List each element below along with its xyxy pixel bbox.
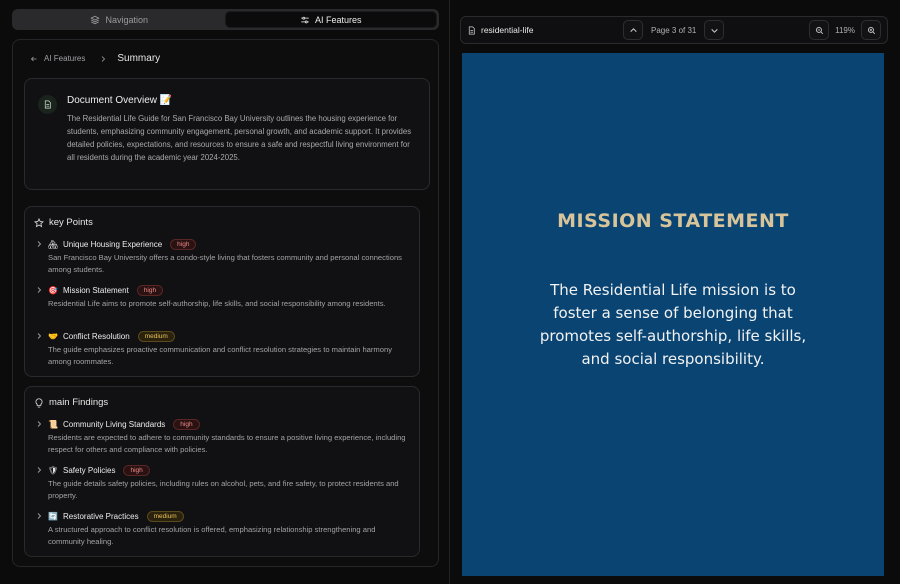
item-title: Conflict Resolution [63, 331, 130, 341]
zoom-out-button[interactable] [809, 20, 830, 40]
overview-text: The Residential Life Guide for San Franc… [67, 114, 412, 162]
lightbulb-icon [35, 397, 43, 407]
priority-badge: medium [146, 510, 184, 522]
previous-page-button[interactable] [623, 20, 643, 40]
breadcrumb-current: Summary [117, 53, 161, 64]
page-heading: MISSION STATEMENT [557, 210, 789, 232]
chevron-right-icon[interactable] [35, 332, 43, 340]
handshake-icon: 🤝 [48, 331, 58, 341]
priority-badge: high [173, 418, 200, 430]
key-points-card: key Points 🏘 Unique Housing Experience h… [24, 206, 420, 377]
zoom-in-icon [867, 26, 875, 34]
item-description: Residents are expected to adhere to comm… [48, 433, 406, 454]
document-overview-card: Document Overview 📝 The Residential Life… [24, 78, 430, 190]
page-body-text: The Residential Life mission is to foste… [539, 281, 807, 368]
main-findings-header: main Findings [34, 397, 108, 408]
key-point-item[interactable]: 🤝 Conflict Resolution medium The guide e… [35, 330, 411, 367]
zoom-in-button[interactable] [861, 20, 881, 40]
key-point-item[interactable]: 🏘 Unique Housing Experience high San Fra… [35, 238, 411, 275]
chevron-right-icon [102, 55, 106, 62]
priority-badge: high [123, 464, 150, 476]
finding-item[interactable]: 📜 Community Living Standards high Reside… [35, 418, 411, 455]
tab-ai-features[interactable]: AI Features [224, 11, 437, 28]
sidebar-tabs: Navigation AI Features [12, 9, 439, 30]
zoom-out-icon [815, 26, 823, 34]
item-description: The guide details safety policies, inclu… [48, 479, 399, 500]
main-findings-card: main Findings 📜 Community Living Standar… [24, 386, 420, 557]
target-icon: 🎯 [48, 285, 58, 295]
overview-title: Document Overview 📝 [67, 95, 173, 106]
file-icon [468, 25, 475, 35]
item-title: Mission Statement [63, 285, 129, 295]
ai-sidebar: Navigation AI Features AI Features Summa… [0, 0, 449, 584]
item-description: Residential Life aims to promote self-au… [48, 299, 386, 308]
item-title: Unique Housing Experience [63, 239, 163, 249]
shield-icon: 🛡 [48, 465, 59, 475]
summary-panel: AI Features Summary Document Overview 📝 … [12, 39, 439, 567]
layers-icon [90, 15, 101, 24]
page-navigation: Page 3 of 31 [623, 20, 725, 40]
chevron-right-icon[interactable] [35, 240, 43, 248]
next-page-button[interactable] [704, 20, 725, 40]
priority-badge: medium [137, 330, 175, 342]
item-title: Safety Policies [63, 465, 116, 475]
item-title: Community Living Standards [63, 419, 166, 429]
chevron-right-icon[interactable] [35, 466, 43, 474]
tab-ai-features-label: AI Features [314, 14, 362, 25]
page-indicator: Page 3 of 31 [651, 25, 697, 35]
document-icon [38, 95, 57, 114]
breadcrumb-parent[interactable]: AI Features [44, 54, 85, 63]
repeat-icon: 🔄 [48, 511, 58, 521]
zoom-level: 119% [835, 25, 855, 35]
priority-badge: high [170, 238, 197, 250]
chevron-right-icon[interactable] [35, 420, 43, 428]
zoom-controls: 119% [809, 20, 881, 40]
item-title: Restorative Practices [63, 511, 139, 521]
breadcrumb: AI Features Summary [30, 53, 160, 64]
finding-item[interactable]: 🛡 Safety Policies high The guide details… [35, 464, 411, 501]
item-description: San Francisco Bay University offers a co… [48, 253, 402, 274]
key-points-title: key Points [49, 217, 93, 228]
scroll-icon: 📜 [48, 419, 58, 429]
viewer-toolbar: residential-life Page 3 of 31 119% [460, 16, 888, 44]
tab-navigation[interactable]: Navigation [14, 11, 225, 28]
sliders-icon [301, 16, 309, 23]
item-description: A structured approach to conflict resolu… [48, 525, 376, 546]
key-point-item[interactable]: 🎯 Mission Statement high Residential Lif… [35, 284, 411, 310]
arrow-left-icon[interactable] [30, 55, 38, 63]
finding-item[interactable]: 🔄 Restorative Practices medium A structu… [35, 510, 411, 547]
main-findings-title: main Findings [49, 397, 109, 408]
file-name: residential-life [467, 25, 533, 35]
file-name-label: residential-life [481, 25, 534, 35]
priority-badge: high [136, 284, 164, 296]
house-icon: 🏘 [48, 239, 59, 249]
item-description: The guide emphasizes proactive communica… [48, 345, 393, 366]
star-icon [34, 217, 44, 227]
chevron-up-icon [629, 27, 637, 32]
key-points-header: key Points [34, 217, 93, 228]
document-page[interactable]: MISSION STATEMENT The Residential Life m… [462, 53, 884, 576]
chevron-right-icon[interactable] [35, 286, 43, 294]
chevron-down-icon [711, 28, 718, 33]
document-viewer: residential-life Page 3 of 31 119% MISSI… [450, 0, 900, 584]
chevron-right-icon[interactable] [35, 512, 43, 520]
tab-navigation-label: Navigation [105, 14, 149, 25]
